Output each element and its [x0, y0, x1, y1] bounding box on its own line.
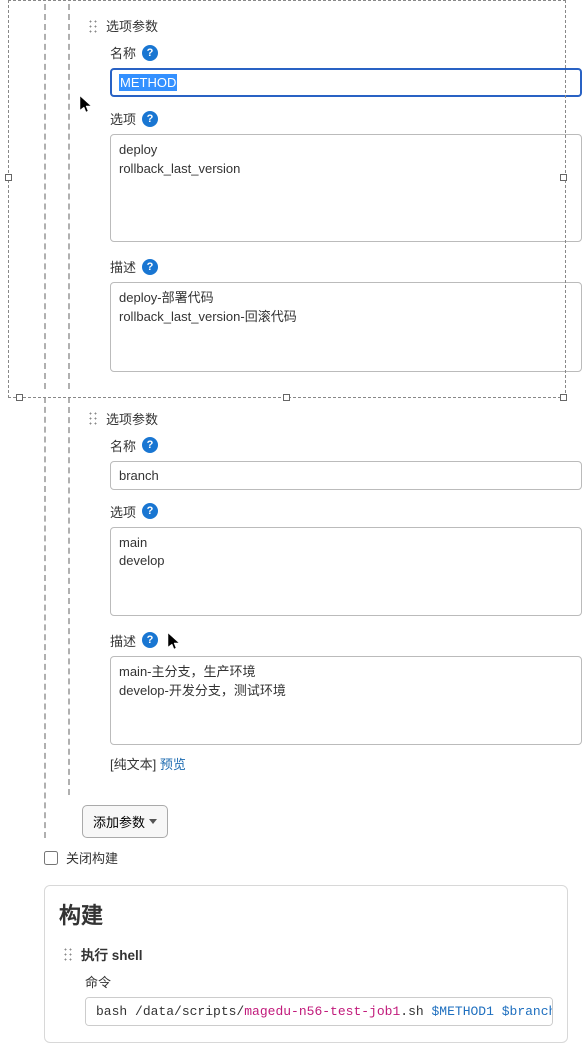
drag-handle-icon[interactable]: [88, 411, 98, 425]
choice-parameter-title: 选项参数: [106, 409, 158, 428]
options-label: 选项: [110, 502, 136, 521]
execute-shell-title: 执行 shell: [81, 944, 143, 964]
name-label: 名称: [110, 43, 136, 62]
drag-handle-icon[interactable]: [88, 19, 98, 33]
description-label: 描述: [110, 257, 136, 276]
help-icon[interactable]: ?: [142, 503, 158, 519]
preview-link[interactable]: 预览: [160, 757, 186, 772]
plain-text-label: [纯文本]: [110, 757, 160, 772]
code-token-space: [494, 1004, 502, 1019]
command-label: 命令: [85, 972, 553, 991]
help-icon[interactable]: ?: [142, 111, 158, 127]
close-build-checkbox[interactable]: [44, 851, 58, 865]
add-parameter-button[interactable]: 添加参数: [82, 805, 168, 838]
name-input[interactable]: [110, 68, 582, 97]
description-textarea[interactable]: [110, 656, 582, 745]
help-icon[interactable]: ?: [142, 259, 158, 275]
cursor-icon: [168, 633, 182, 651]
options-textarea[interactable]: [110, 527, 582, 616]
code-token-var1: $METHOD1: [431, 1004, 493, 1019]
options-textarea[interactable]: [110, 134, 582, 242]
description-textarea[interactable]: [110, 282, 582, 371]
name-label: 名称: [110, 436, 136, 455]
chevron-down-icon: [149, 819, 157, 824]
code-token-ext: .sh: [400, 1004, 431, 1019]
choice-parameter-title: 选项参数: [106, 16, 158, 35]
help-icon[interactable]: ?: [142, 632, 158, 648]
choice-parameter-card-1: 选项参数 名称 ? METHOD: [88, 4, 582, 389]
options-label: 选项: [110, 109, 136, 128]
choice-parameter-card-2: 选项参数 名称 ? 选项 ?: [88, 397, 582, 796]
command-code-box[interactable]: bash /data/scripts/magedu-n56-test-job1.…: [85, 997, 553, 1026]
help-icon[interactable]: ?: [142, 437, 158, 453]
drag-handle-icon[interactable]: [63, 947, 73, 961]
name-input[interactable]: [110, 461, 582, 490]
build-section: 构建 执行 shell 命令 bash /data/scripts/magedu…: [44, 885, 568, 1043]
code-token-var2: $branch: [502, 1004, 553, 1019]
description-label: 描述: [110, 631, 136, 650]
code-token-bash: bash: [96, 1004, 135, 1019]
build-title: 构建: [59, 898, 553, 930]
add-parameter-label: 添加参数: [93, 812, 145, 831]
help-icon[interactable]: ?: [142, 45, 158, 61]
code-token-filename: magedu-n56-test-job1: [244, 1004, 400, 1019]
code-token-path: /data/scripts/: [135, 1004, 244, 1019]
close-build-label: 关闭构建: [66, 848, 118, 867]
